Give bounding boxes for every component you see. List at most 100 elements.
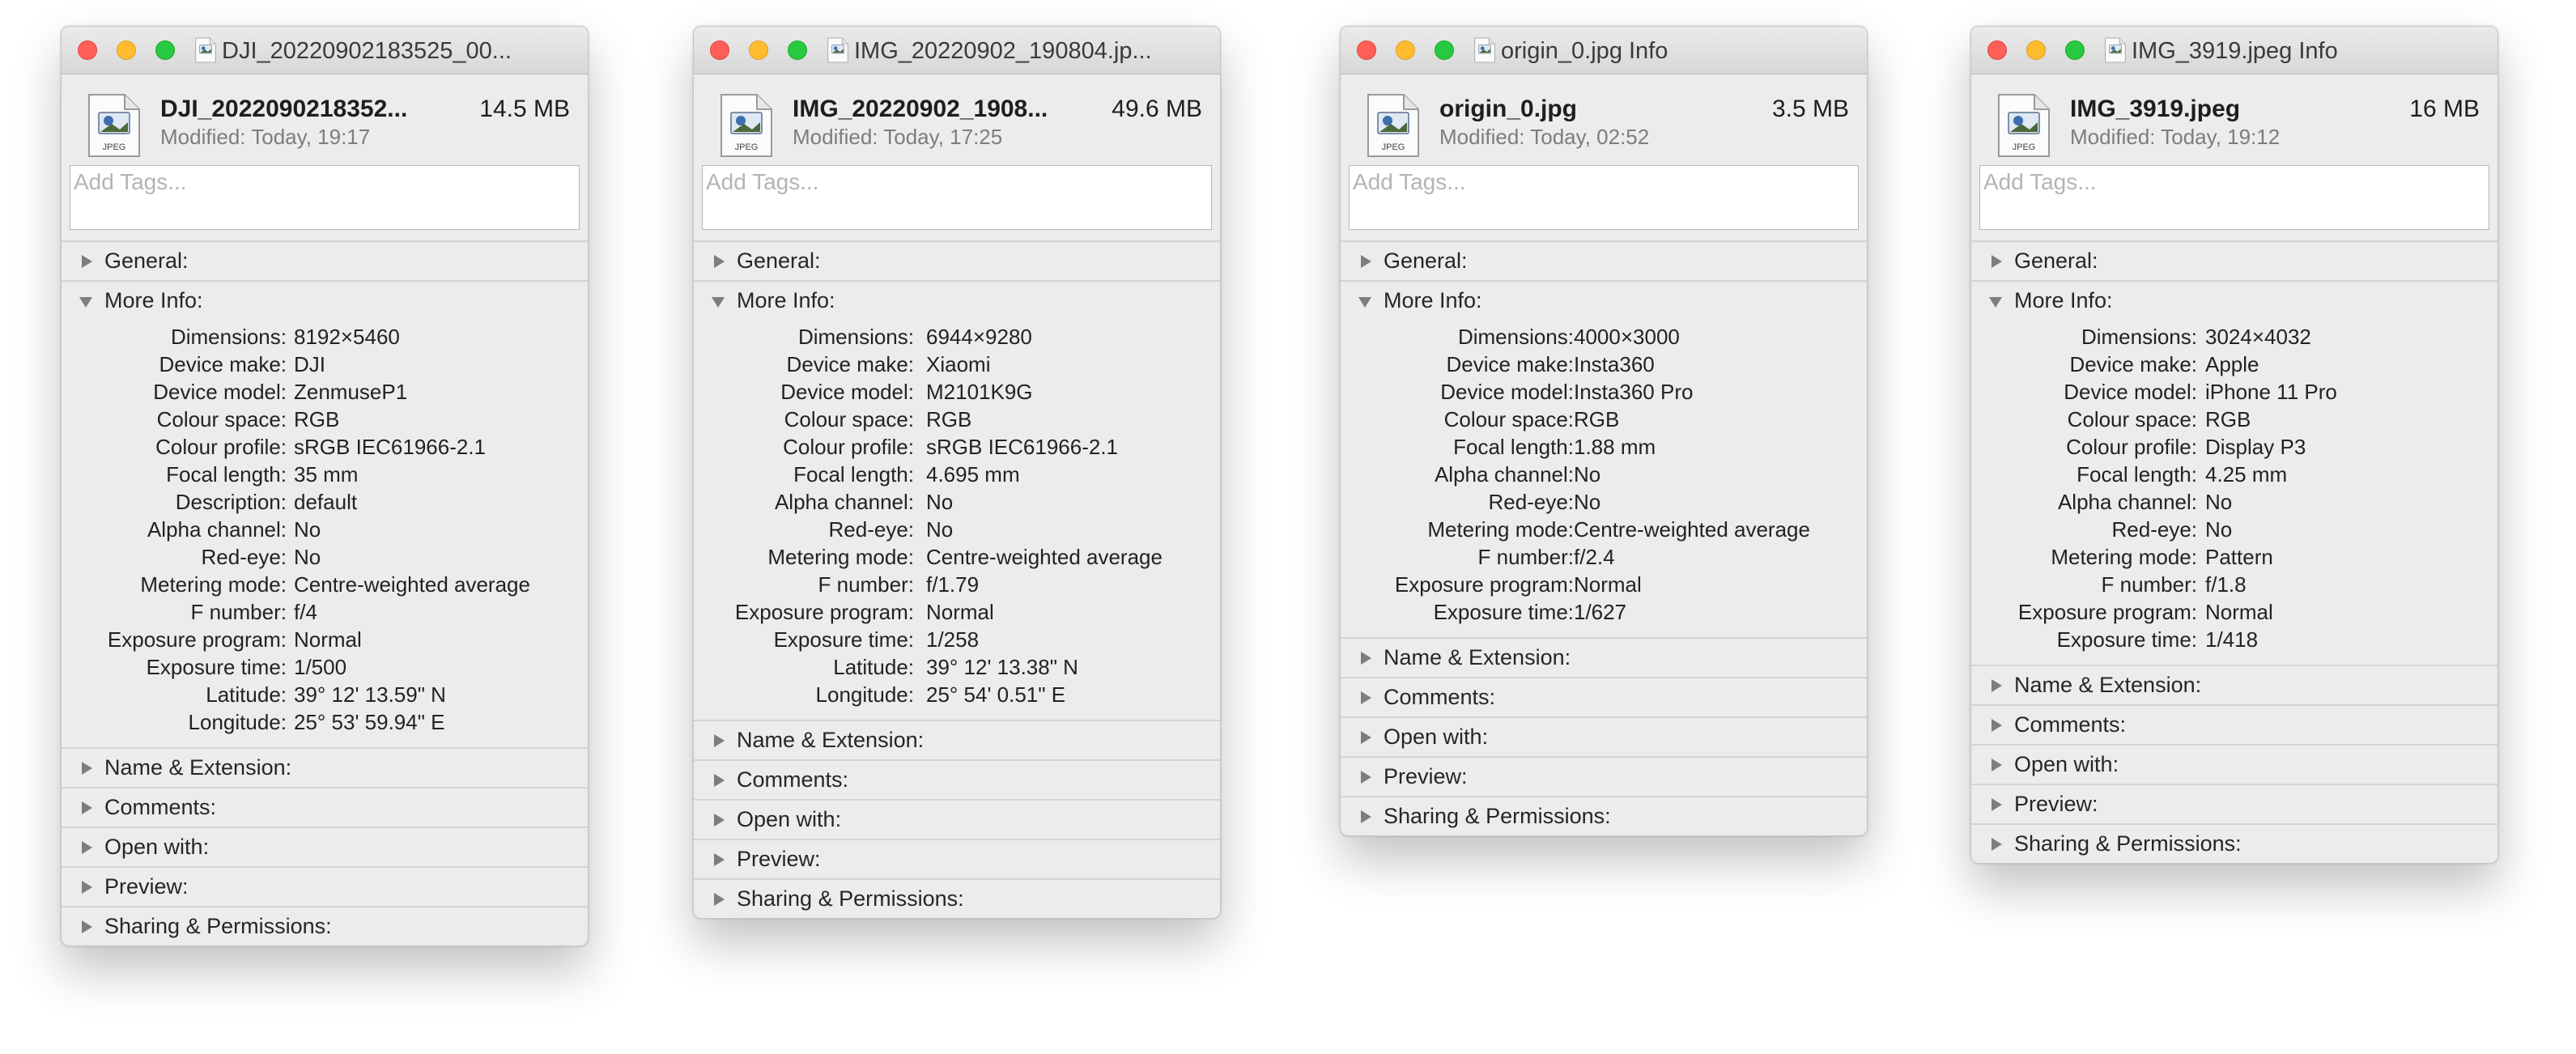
section-general-header[interactable]: General: — [1341, 242, 1867, 280]
section-sharing-permissions-header[interactable]: Sharing & Permissions: — [694, 880, 1220, 918]
section-open-with-header[interactable]: Open with: — [62, 828, 588, 866]
disclosure-triangle-open-icon[interactable] — [79, 297, 92, 308]
minimize-button[interactable] — [749, 40, 768, 60]
disclosure-triangle-icon[interactable] — [1361, 255, 1371, 268]
section-sharing-permissions[interactable]: Sharing & Permissions: — [694, 878, 1220, 918]
section-name-extension-header[interactable]: Name & Extension: — [1341, 639, 1867, 677]
section-more-info-header[interactable]: More Info: — [62, 282, 588, 320]
disclosure-triangle-icon[interactable] — [714, 774, 725, 787]
section-more-info-header[interactable]: More Info: — [1341, 282, 1867, 320]
add-tags-field[interactable]: Add Tags... — [70, 165, 580, 230]
section-sharing-permissions-header[interactable]: Sharing & Permissions: — [1341, 797, 1867, 835]
disclosure-triangle-icon[interactable] — [82, 841, 92, 854]
section-comments-header[interactable]: Comments: — [62, 788, 588, 827]
disclosure-triangle-icon[interactable] — [714, 853, 725, 866]
section-comments[interactable]: Comments: — [1341, 677, 1867, 716]
disclosure-triangle-icon[interactable] — [1992, 719, 2002, 732]
section-open-with-header[interactable]: Open with: — [1971, 746, 2497, 784]
close-button[interactable] — [710, 40, 729, 60]
section-general[interactable]: General: — [1971, 240, 2497, 280]
section-preview[interactable]: Preview: — [62, 866, 588, 906]
section-open-with-header[interactable]: Open with: — [694, 801, 1220, 839]
section-comments-header[interactable]: Comments: — [1971, 706, 2497, 744]
section-name-extension-header[interactable]: Name & Extension: — [694, 721, 1220, 759]
disclosure-triangle-icon[interactable] — [1361, 810, 1371, 823]
section-general[interactable]: General: — [1341, 240, 1867, 280]
title-bar[interactable]: DJI_20220902183525_00... — [62, 27, 588, 74]
section-general-header[interactable]: General: — [1971, 242, 2497, 280]
section-general-header[interactable]: General: — [62, 242, 588, 280]
section-more-info-header[interactable]: More Info: — [694, 282, 1220, 320]
disclosure-triangle-icon[interactable] — [82, 801, 92, 814]
title-bar[interactable]: IMG_20220902_190804.jp... — [694, 27, 1220, 74]
section-name-extension[interactable]: Name & Extension: — [1971, 665, 2497, 704]
close-button[interactable] — [1987, 40, 2007, 60]
section-name-extension-header[interactable]: Name & Extension: — [1971, 666, 2497, 704]
disclosure-triangle-icon[interactable] — [714, 893, 725, 906]
disclosure-triangle-icon[interactable] — [1992, 798, 2002, 811]
disclosure-triangle-icon[interactable] — [82, 920, 92, 933]
section-preview[interactable]: Preview: — [1971, 784, 2497, 823]
section-open-with-header[interactable]: Open with: — [1341, 718, 1867, 756]
disclosure-triangle-open-icon[interactable] — [1358, 297, 1371, 308]
section-general[interactable]: General: — [694, 240, 1220, 280]
add-tags-field[interactable]: Add Tags... — [1979, 165, 2489, 230]
disclosure-triangle-icon[interactable] — [1992, 679, 2002, 692]
section-sharing-permissions[interactable]: Sharing & Permissions: — [1341, 796, 1867, 835]
disclosure-triangle-open-icon[interactable] — [1989, 297, 2002, 308]
disclosure-triangle-icon[interactable] — [714, 734, 725, 747]
disclosure-triangle-icon[interactable] — [1361, 731, 1371, 744]
minimize-button[interactable] — [1396, 40, 1415, 60]
title-bar[interactable]: origin_0.jpg Info — [1341, 27, 1867, 74]
section-comments[interactable]: Comments: — [62, 787, 588, 827]
minimize-button[interactable] — [117, 40, 136, 60]
section-general-header[interactable]: General: — [694, 242, 1220, 280]
section-preview-header[interactable]: Preview: — [1971, 785, 2497, 823]
section-sharing-permissions[interactable]: Sharing & Permissions: — [1971, 823, 2497, 863]
section-comments-header[interactable]: Comments: — [1341, 678, 1867, 716]
section-sharing-permissions-header[interactable]: Sharing & Permissions: — [62, 907, 588, 946]
section-preview[interactable]: Preview: — [1341, 756, 1867, 796]
section-comments-header[interactable]: Comments: — [694, 761, 1220, 799]
section-name-extension[interactable]: Name & Extension: — [694, 720, 1220, 759]
section-preview[interactable]: Preview: — [694, 839, 1220, 878]
section-sharing-permissions[interactable]: Sharing & Permissions: — [62, 906, 588, 946]
section-comments[interactable]: Comments: — [694, 759, 1220, 799]
disclosure-triangle-icon[interactable] — [714, 814, 725, 827]
close-button[interactable] — [1357, 40, 1376, 60]
section-more-info-header[interactable]: More Info: — [1971, 282, 2497, 320]
section-open-with[interactable]: Open with: — [62, 827, 588, 866]
zoom-button[interactable] — [1435, 40, 1454, 60]
zoom-button[interactable] — [2065, 40, 2085, 60]
section-preview-header[interactable]: Preview: — [1341, 758, 1867, 796]
minimize-button[interactable] — [2026, 40, 2046, 60]
disclosure-triangle-open-icon[interactable] — [712, 297, 725, 308]
add-tags-field[interactable]: Add Tags... — [702, 165, 1212, 230]
disclosure-triangle-icon[interactable] — [1361, 691, 1371, 704]
title-bar[interactable]: IMG_3919.jpeg Info — [1971, 27, 2497, 74]
zoom-button[interactable] — [788, 40, 807, 60]
disclosure-triangle-icon[interactable] — [1992, 255, 2002, 268]
section-general[interactable]: General: — [62, 240, 588, 280]
section-sharing-permissions-header[interactable]: Sharing & Permissions: — [1971, 825, 2497, 863]
section-name-extension[interactable]: Name & Extension: — [62, 747, 588, 787]
section-open-with[interactable]: Open with: — [1341, 716, 1867, 756]
close-button[interactable] — [78, 40, 97, 60]
section-comments[interactable]: Comments: — [1971, 704, 2497, 744]
section-name-extension[interactable]: Name & Extension: — [1341, 637, 1867, 677]
disclosure-triangle-icon[interactable] — [1992, 759, 2002, 771]
disclosure-triangle-icon[interactable] — [714, 255, 725, 268]
zoom-button[interactable] — [155, 40, 175, 60]
section-name-extension-header[interactable]: Name & Extension: — [62, 749, 588, 787]
section-open-with[interactable]: Open with: — [694, 799, 1220, 839]
section-preview-header[interactable]: Preview: — [694, 840, 1220, 878]
section-open-with[interactable]: Open with: — [1971, 744, 2497, 784]
section-preview-header[interactable]: Preview: — [62, 868, 588, 906]
add-tags-field[interactable]: Add Tags... — [1349, 165, 1859, 230]
disclosure-triangle-icon[interactable] — [1361, 652, 1371, 665]
disclosure-triangle-icon[interactable] — [82, 762, 92, 775]
disclosure-triangle-icon[interactable] — [82, 881, 92, 894]
disclosure-triangle-icon[interactable] — [82, 255, 92, 268]
disclosure-triangle-icon[interactable] — [1361, 771, 1371, 784]
disclosure-triangle-icon[interactable] — [1992, 838, 2002, 851]
